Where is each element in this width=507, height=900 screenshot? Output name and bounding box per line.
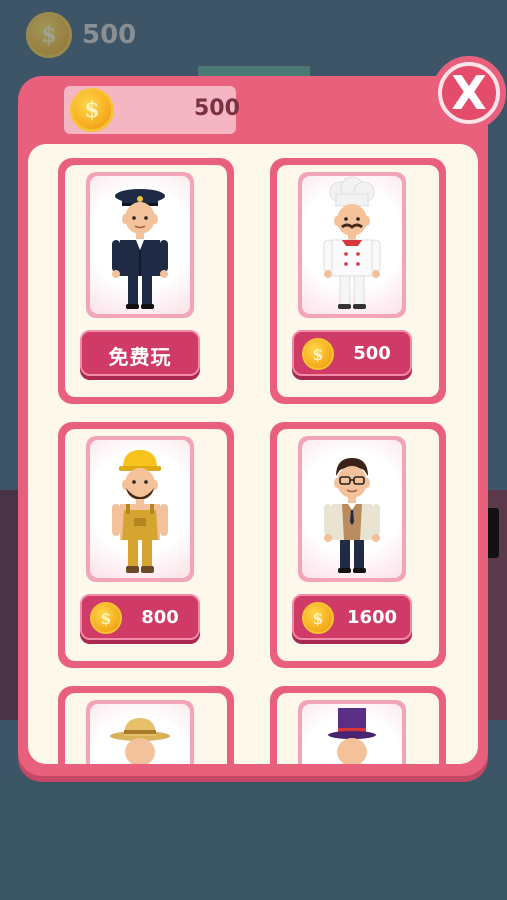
close-icon: X	[442, 66, 496, 120]
buy-construction-worker-button[interactable]: $ 800	[80, 594, 200, 640]
price-label: 1600	[346, 607, 398, 628]
character-portrait	[86, 436, 194, 582]
price-label: 800	[141, 607, 179, 628]
police-character-icon	[112, 189, 168, 309]
coin-icon: $	[90, 602, 122, 634]
coin-icon: $	[70, 88, 114, 132]
magician-character-icon	[328, 708, 376, 764]
character-portrait	[298, 436, 406, 582]
play-free-button[interactable]: 免费玩	[80, 330, 200, 376]
coin-balance-bar: $ 500	[64, 86, 240, 134]
coin-icon: $	[302, 602, 334, 634]
buy-teacher-button[interactable]: $ 1600	[292, 594, 412, 640]
coin-icon: $	[302, 338, 334, 370]
character-portrait	[86, 172, 194, 318]
character-card-chef[interactable]: $ 500	[270, 158, 446, 404]
farmer-character-icon	[110, 718, 170, 764]
teacher-character-icon	[324, 458, 380, 573]
background-coin-counter: $ 500	[26, 12, 136, 58]
price-label: 500	[353, 343, 391, 364]
character-card-teacher[interactable]: $ 1600	[270, 422, 446, 668]
construction-worker-character-icon	[112, 450, 168, 573]
character-grid: 免费玩 $ 500 $ 800 $ 1600	[28, 144, 478, 764]
chef-character-icon	[323, 176, 381, 309]
buy-chef-button[interactable]: $ 500	[292, 330, 412, 376]
character-portrait	[298, 700, 406, 764]
close-button[interactable]: X	[432, 56, 506, 130]
background-strip	[198, 66, 310, 76]
character-card-police[interactable]: 免费玩	[58, 158, 234, 404]
coin-balance: 500	[194, 96, 240, 121]
character-card-construction-worker[interactable]: $ 800	[58, 422, 234, 668]
character-shop-modal: $ 500 X 免费玩 $ 500 $ 800 $ 1600	[18, 56, 506, 776]
coin-icon: $	[26, 12, 72, 58]
character-portrait	[298, 172, 406, 318]
character-card-farmer[interactable]	[58, 686, 234, 764]
background-coin-amount: 500	[82, 20, 137, 50]
background-floor	[0, 780, 507, 900]
play-free-label: 免费玩	[108, 345, 172, 369]
character-portrait	[86, 700, 194, 764]
character-card-magician[interactable]	[270, 686, 446, 764]
